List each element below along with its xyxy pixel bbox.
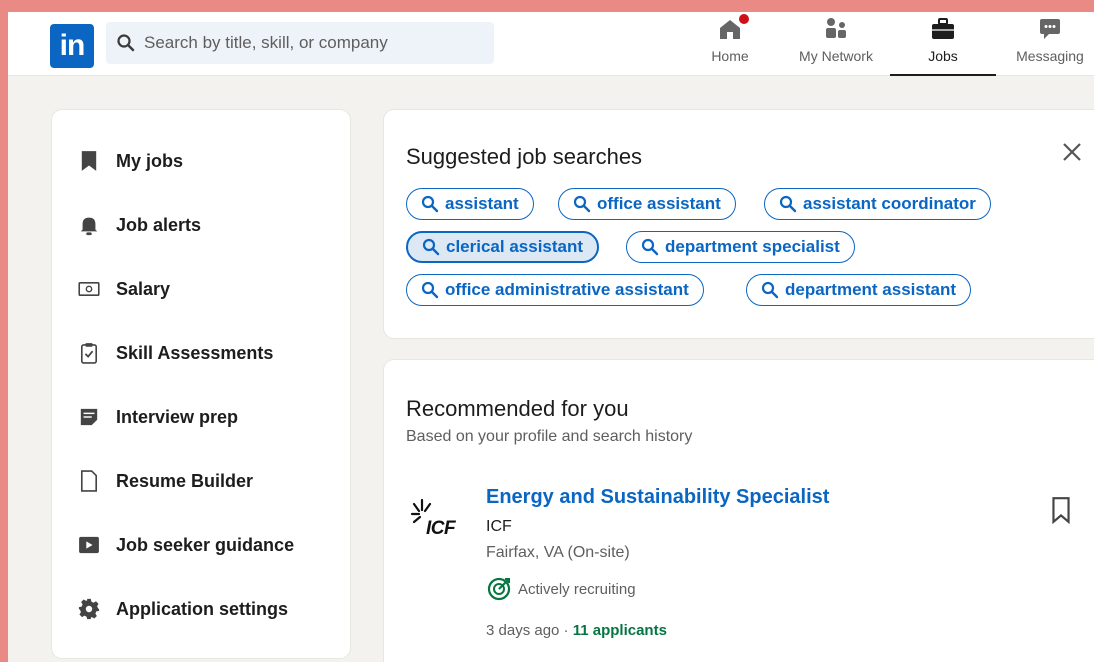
section-title: Recommended for you bbox=[406, 396, 629, 421]
pill-label: office assistant bbox=[597, 194, 721, 213]
sidebar-item-resume-builder[interactable]: Resume Builder bbox=[78, 466, 253, 496]
suggestion-pill[interactable]: office assistant bbox=[558, 188, 736, 220]
clipboard-check-icon bbox=[78, 341, 100, 365]
bookmark-icon bbox=[78, 149, 100, 173]
document-icon bbox=[78, 469, 100, 493]
search-icon bbox=[422, 238, 440, 256]
sidebar-item-skill-assessments[interactable]: Skill Assessments bbox=[78, 338, 273, 368]
notification-badge bbox=[737, 12, 751, 26]
target-icon bbox=[487, 577, 511, 601]
nav-home-label: Home bbox=[711, 48, 749, 64]
recruiting-status: Actively recruiting bbox=[486, 576, 636, 602]
nav-jobs-label: Jobs bbox=[928, 48, 958, 64]
sidebar-item-label: Salary bbox=[116, 278, 171, 299]
suggestion-pill[interactable]: assistant coordinator bbox=[764, 188, 991, 220]
sidebar-item-label: Interview prep bbox=[116, 406, 239, 427]
pill-label: assistant coordinator bbox=[803, 194, 976, 213]
network-icon bbox=[823, 16, 849, 42]
suggestion-pill-selected[interactable]: clerical assistant bbox=[406, 231, 600, 263]
sidebar-item-job-seeker-guidance[interactable]: Job seeker guidance bbox=[78, 530, 294, 560]
sidebar-item-label: Skill Assessments bbox=[116, 342, 274, 363]
job-meta: 3 days ago · 11 applicants bbox=[486, 622, 667, 639]
job-title-link[interactable]: Energy and Sustainability Specialist bbox=[486, 486, 829, 509]
pill-label: department specialist bbox=[665, 237, 840, 256]
sidebar-item-label: Job alerts bbox=[116, 214, 202, 235]
recruiting-status-label: Actively recruiting bbox=[518, 580, 636, 598]
nav-my-network[interactable]: My Network bbox=[788, 16, 884, 76]
bell-icon bbox=[78, 213, 100, 237]
pill-label: department assistant bbox=[785, 280, 956, 299]
search-icon bbox=[779, 195, 797, 213]
company-logo[interactable]: ICF bbox=[410, 498, 466, 542]
recommended-jobs-card: Recommended for you Based on your profil… bbox=[384, 360, 1094, 662]
nav-my-network-label: My Network bbox=[799, 48, 873, 64]
save-job-bookmark-icon[interactable] bbox=[1050, 496, 1072, 524]
sidebar-item-label: My jobs bbox=[116, 150, 184, 171]
sidebar-item-label: Job seeker guidance bbox=[116, 534, 295, 555]
top-navigation: in Home My Network Jobs Messaging bbox=[8, 12, 1094, 76]
sidebar-item-job-alerts[interactable]: Job alerts bbox=[78, 210, 201, 240]
notes-icon bbox=[78, 405, 100, 429]
search-bar[interactable] bbox=[106, 22, 494, 64]
sidebar-item-label: Resume Builder bbox=[116, 470, 254, 491]
close-icon[interactable] bbox=[1060, 140, 1084, 164]
search-icon bbox=[421, 281, 439, 299]
suggestion-pill[interactable]: assistant bbox=[406, 188, 534, 220]
section-subtitle: Based on your profile and search history bbox=[406, 428, 693, 445]
suggestion-pill[interactable]: department specialist bbox=[626, 231, 855, 263]
messaging-icon bbox=[1037, 16, 1063, 42]
suggested-searches-card: Suggested job searches assistant office … bbox=[384, 110, 1094, 338]
job-location: Fairfax, VA (On-site) bbox=[486, 544, 630, 561]
gear-icon bbox=[78, 597, 100, 621]
company-name: ICF bbox=[486, 518, 512, 535]
search-icon bbox=[761, 281, 779, 299]
linkedin-logo[interactable]: in bbox=[50, 24, 94, 68]
sidebar-item-salary[interactable]: Salary bbox=[78, 274, 170, 304]
search-icon bbox=[421, 195, 439, 213]
search-icon bbox=[641, 238, 659, 256]
home-icon bbox=[717, 12, 751, 42]
pill-label: clerical assistant bbox=[446, 237, 584, 256]
nav-messaging-label: Messaging bbox=[1016, 48, 1084, 64]
video-icon bbox=[78, 533, 100, 557]
section-title: Suggested job searches bbox=[406, 144, 643, 169]
jobs-sidebar: My jobs Job alerts Salary Skill Assessme… bbox=[52, 110, 350, 658]
sidebar-item-my-jobs[interactable]: My jobs bbox=[78, 146, 183, 176]
search-input[interactable] bbox=[144, 33, 484, 53]
applicant-count: 11 applicants bbox=[572, 622, 667, 639]
search-icon bbox=[573, 195, 591, 213]
briefcase-icon bbox=[930, 16, 956, 42]
money-icon bbox=[78, 277, 100, 301]
pill-label: assistant bbox=[445, 194, 519, 213]
posted-time: 3 days ago · bbox=[486, 622, 573, 639]
sidebar-item-label: Application settings bbox=[116, 598, 289, 619]
nav-messaging[interactable]: Messaging bbox=[1006, 16, 1094, 76]
sidebar-item-interview-prep[interactable]: Interview prep bbox=[78, 402, 238, 432]
suggestion-pill[interactable]: office administrative assistant bbox=[406, 274, 704, 306]
search-icon bbox=[117, 34, 135, 52]
sidebar-item-application-settings[interactable]: Application settings bbox=[78, 594, 288, 624]
nav-jobs[interactable]: Jobs bbox=[890, 16, 996, 76]
pill-label: office administrative assistant bbox=[445, 280, 689, 299]
company-logo-text: ICF bbox=[426, 518, 456, 539]
suggestion-pill[interactable]: department assistant bbox=[746, 274, 971, 306]
nav-home[interactable]: Home bbox=[700, 12, 760, 76]
